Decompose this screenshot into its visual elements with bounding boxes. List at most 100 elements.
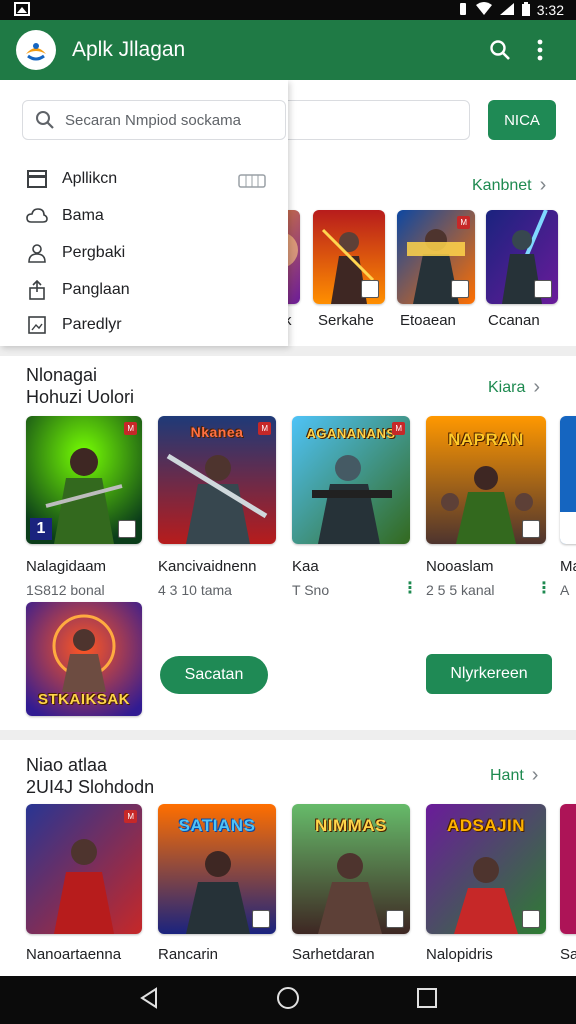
cloud-icon bbox=[26, 205, 48, 227]
image-icon bbox=[26, 314, 48, 336]
publisher-logo-icon bbox=[386, 910, 404, 928]
section1-item-name: Ccanan bbox=[488, 312, 540, 329]
game-sub: 1S812 bonal bbox=[26, 582, 105, 598]
section1-tile[interactable] bbox=[486, 210, 558, 304]
game-name: Nalopidris bbox=[426, 946, 493, 963]
game-tile[interactable] bbox=[560, 804, 576, 934]
drawer-item-bama[interactable]: Bama bbox=[26, 205, 104, 227]
game-name: Sarhetdaran bbox=[292, 946, 375, 963]
game-sub: T Sno bbox=[292, 582, 330, 598]
notification-icon bbox=[14, 1, 30, 19]
game-tile[interactable] bbox=[560, 416, 576, 544]
status-bar: 3:32 bbox=[0, 0, 576, 20]
publisher-logo-icon bbox=[522, 520, 540, 538]
drawer-item-applikasi[interactable]: Apllikcn bbox=[26, 168, 117, 190]
publisher-logo-icon bbox=[534, 280, 552, 298]
game-sub: 2 5 5 kanal bbox=[426, 582, 495, 598]
more-options-icon[interactable]: ⋮ bbox=[402, 578, 418, 598]
section2-title-line1: Nlonagai bbox=[26, 365, 98, 385]
drawer-item-panglaan[interactable]: Panglaan bbox=[26, 279, 130, 301]
game-tile[interactable]: AGANANANS M bbox=[292, 416, 410, 544]
grid-icon[interactable] bbox=[238, 172, 266, 193]
game-tile[interactable]: STKAIKSAK bbox=[26, 602, 142, 716]
game-tile[interactable]: ADSAJIN bbox=[426, 804, 546, 934]
recents-icon[interactable] bbox=[416, 987, 438, 1014]
home-icon[interactable] bbox=[276, 986, 300, 1015]
drawer-search-placeholder: Secaran Nmpiod sockama bbox=[65, 111, 241, 129]
signal-icon bbox=[499, 2, 515, 19]
section2-more-link[interactable]: Kiara › bbox=[488, 376, 540, 399]
drawer-item-label: Bama bbox=[62, 207, 104, 224]
drawer-item-label: Pergbaki bbox=[62, 244, 126, 261]
store-icon bbox=[26, 168, 48, 190]
tile-caption: ADSAJIN bbox=[446, 816, 526, 835]
more-options-icon[interactable]: ⋮ bbox=[536, 578, 552, 598]
section1-tile[interactable]: M bbox=[397, 210, 475, 304]
section1-tile[interactable] bbox=[313, 210, 385, 304]
right-action-button[interactable]: Nlyrkereen bbox=[426, 654, 552, 694]
sacatan-button[interactable]: Sacatan bbox=[160, 656, 268, 694]
back-icon[interactable] bbox=[138, 986, 160, 1014]
vibrate-icon bbox=[457, 2, 469, 19]
wifi-icon bbox=[475, 1, 493, 19]
game-tile[interactable]: M 1 bbox=[26, 416, 142, 544]
drawer-item-label: Paredlyr bbox=[62, 316, 122, 333]
tile-caption: STKAIKSAK bbox=[37, 691, 130, 708]
publisher-logo-icon bbox=[252, 910, 270, 928]
rating-badge: M bbox=[392, 422, 405, 435]
status-time: 3:32 bbox=[536, 2, 564, 18]
drawer-item-label: Panglaan bbox=[62, 281, 130, 298]
search-submit-button[interactable]: NICA bbox=[488, 100, 556, 140]
section3-more-link[interactable]: Hant › bbox=[490, 764, 538, 787]
battery-icon bbox=[521, 1, 531, 19]
section3-card: Niao atlaa 2UI4J Slohdodn Hant › M SATIA… bbox=[0, 740, 576, 976]
game-name: Kaa bbox=[292, 558, 319, 575]
share-icon bbox=[26, 279, 48, 301]
game-tile[interactable]: NAPRAN bbox=[426, 416, 546, 544]
game-name: Nalagidaam bbox=[26, 558, 107, 575]
drawer-search-input[interactable]: Secaran Nmpiod sockama bbox=[22, 100, 286, 140]
more-vert-icon[interactable] bbox=[520, 30, 560, 70]
rating-badge: M bbox=[124, 810, 137, 823]
tile-caption: SATIANS bbox=[178, 816, 256, 835]
game-name: Ma bbox=[560, 558, 576, 575]
section1-item-name: Etoaean bbox=[400, 312, 456, 329]
section1-more-label: Kanbnet bbox=[472, 176, 532, 194]
search-icon bbox=[36, 111, 54, 129]
navigation-drawer: Secaran Nmpiod sockama Apllikcn Bama Per… bbox=[0, 80, 288, 346]
game-tile[interactable]: Nkanea M bbox=[158, 416, 276, 544]
tile-caption: NAPRAN bbox=[448, 430, 524, 449]
system-nav-bar bbox=[0, 976, 576, 1024]
drawer-item-label: Apllikcn bbox=[62, 170, 118, 187]
app-bar: Aplk Jllagan bbox=[0, 20, 576, 80]
game-tile[interactable]: SATIANS bbox=[158, 804, 276, 934]
section2-more-label: Kiara bbox=[488, 378, 526, 396]
section3-more-label: Hant bbox=[490, 766, 524, 784]
drawer-item-pergbaki[interactable]: Pergbaki bbox=[26, 242, 125, 264]
app-logo-icon[interactable] bbox=[16, 30, 56, 70]
section1-more-link[interactable]: Kanbnet › bbox=[472, 174, 546, 197]
publisher-logo-icon bbox=[361, 280, 379, 298]
rating-badge: M bbox=[457, 216, 470, 229]
drawer-item-paredlyr[interactable]: Paredlyr bbox=[26, 314, 122, 336]
app-title: Aplk Jllagan bbox=[72, 38, 186, 61]
game-sub: A bbox=[560, 582, 570, 598]
game-name: Kancivaidnenn bbox=[158, 558, 257, 575]
publisher-logo-icon bbox=[522, 910, 540, 928]
section2-title: Nlonagai Hohuzi Uolori bbox=[26, 364, 134, 408]
rating-badge: M bbox=[258, 422, 271, 435]
chevron-right-icon: › bbox=[533, 376, 541, 398]
chevron-right-icon: › bbox=[531, 764, 539, 786]
game-name: Nooaslam bbox=[426, 558, 494, 575]
person-icon bbox=[26, 242, 48, 264]
section3-title-line2: 2UI4J Slohdodn bbox=[26, 777, 155, 797]
game-name: Sa bbox=[560, 946, 576, 963]
publisher-logo-icon bbox=[118, 520, 136, 538]
publisher-logo-icon bbox=[451, 280, 469, 298]
section1-item-name: Serkahe bbox=[318, 312, 374, 329]
rating-badge: M bbox=[124, 422, 137, 435]
game-tile[interactable]: M bbox=[26, 804, 142, 934]
game-tile[interactable]: NIMMAS bbox=[292, 804, 410, 934]
section3-title-line1: Niao atlaa bbox=[26, 755, 108, 775]
search-icon[interactable] bbox=[480, 30, 520, 70]
